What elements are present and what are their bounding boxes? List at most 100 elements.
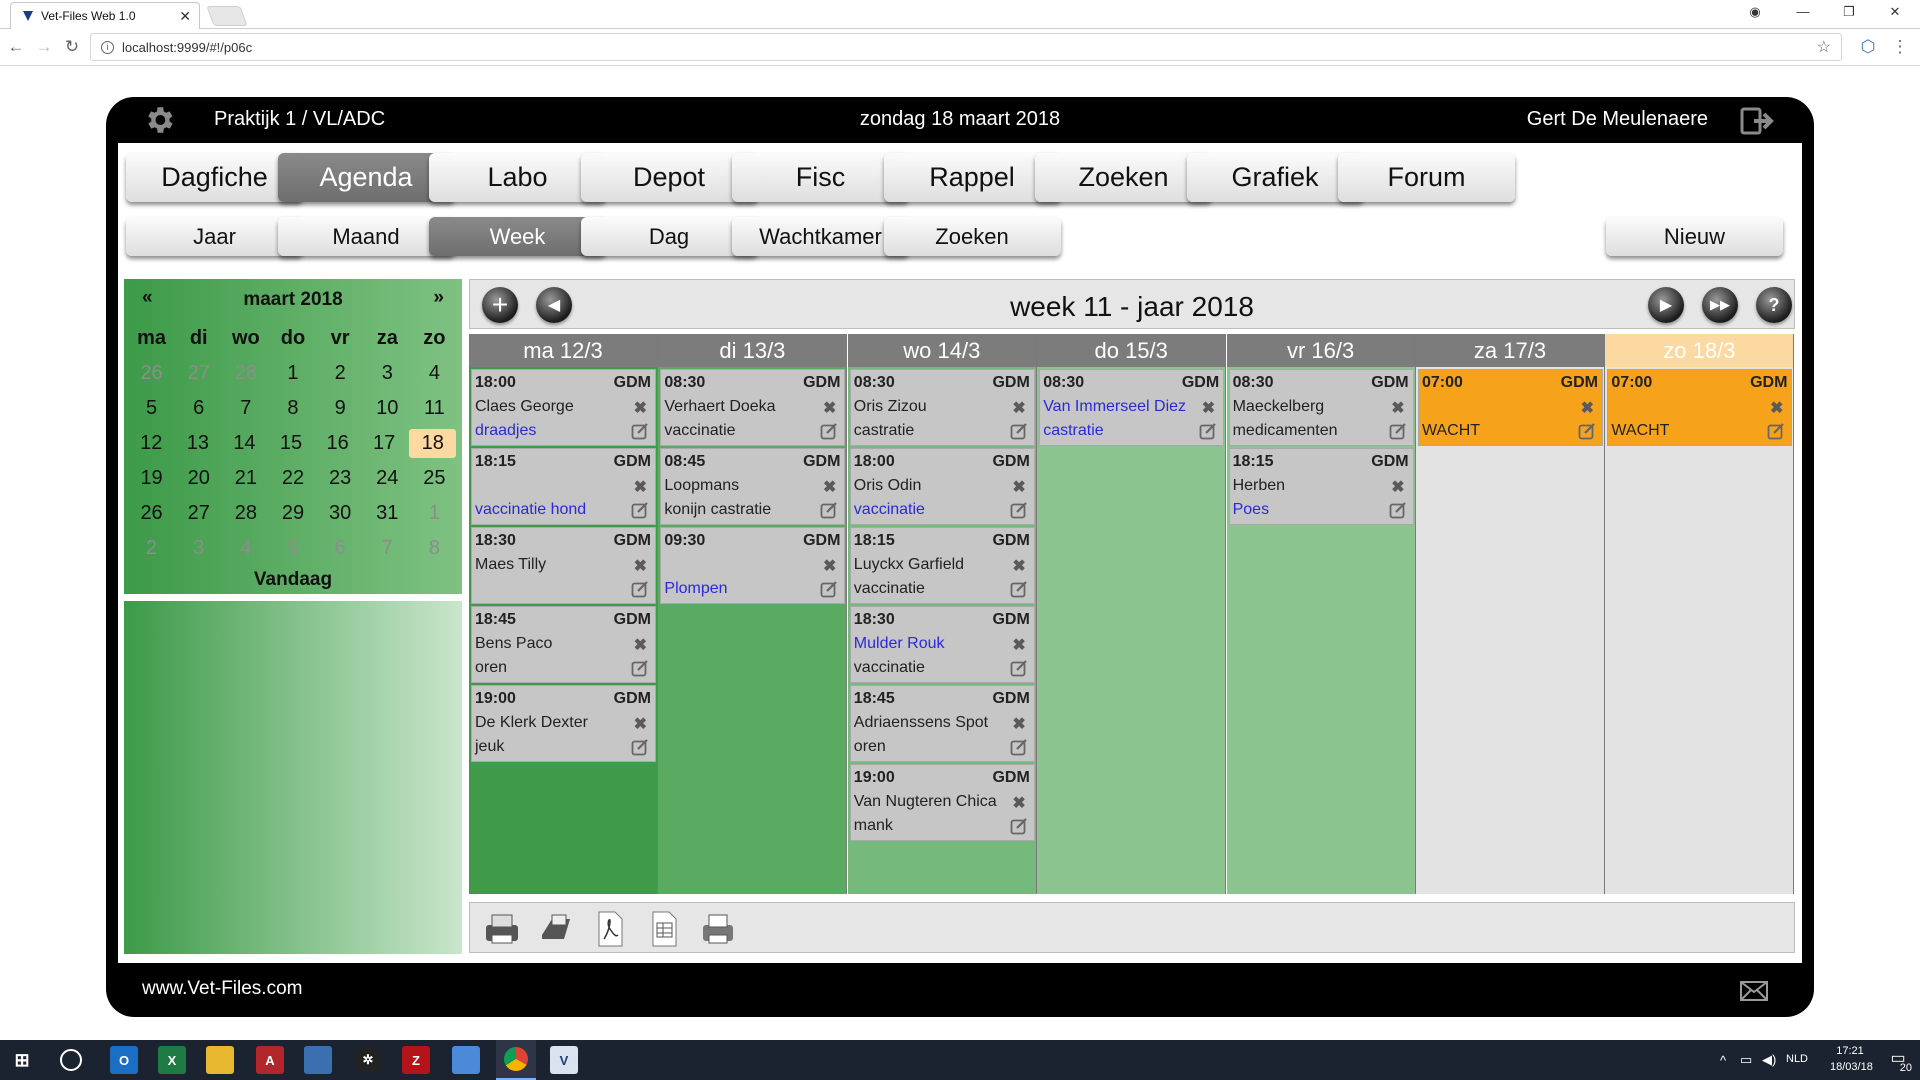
appointment-card[interactable]: 09:30 GDM Plompen ✖ <box>660 527 846 604</box>
calendar-day[interactable]: 2 <box>128 531 175 566</box>
appointment-card[interactable]: 18:45 GDM Adriaenssens Spot oren ✖ <box>849 685 1035 762</box>
main-menu-grafiek[interactable]: Grafiek <box>1186 153 1364 202</box>
edit-icon[interactable] <box>631 501 649 519</box>
outlook-icon[interactable]: O <box>110 1046 138 1074</box>
appointment-card[interactable]: 19:00 GDM De Klerk Dexter jeuk ✖ <box>471 685 656 762</box>
site-info-icon[interactable]: i <box>101 40 114 54</box>
edit-icon[interactable] <box>1010 659 1028 677</box>
app-icon-dark[interactable]: ✲ <box>354 1046 382 1074</box>
cortana-icon[interactable] <box>60 1049 82 1071</box>
day-body[interactable]: 18:00 GDM Claes George draadjes ✖ 18:15 GDM vac… <box>469 367 657 894</box>
day-header[interactable]: ma 12/3 <box>469 334 657 367</box>
appointment-card[interactable]: 07:00 GDM WACHT ✖ <box>1607 369 1793 446</box>
mail-icon[interactable] <box>1740 981 1768 1001</box>
day-body[interactable]: 08:30 GDM Verhaert Doeka vaccinatie ✖ 08:45 GD… <box>658 367 847 894</box>
edit-icon[interactable] <box>1010 501 1028 519</box>
appointment-card[interactable]: 08:45 GDM Loopmans konijn castratie ✖ <box>660 448 846 525</box>
delete-icon[interactable]: ✖ <box>823 556 836 576</box>
edit-icon[interactable] <box>631 738 649 756</box>
appointment-card[interactable]: 08:30 GDM Van Immerseel Diez castratie ✖ <box>1039 369 1225 446</box>
edit-icon[interactable] <box>1010 422 1028 440</box>
new-tab-button[interactable] <box>206 6 248 26</box>
sub-menu-week[interactable]: Week <box>429 217 606 256</box>
network-app-icon[interactable] <box>304 1046 332 1074</box>
delete-icon[interactable]: ✖ <box>634 556 647 576</box>
calendar-day[interactable]: 21 <box>222 461 269 496</box>
main-menu-agenda[interactable]: Agenda <box>277 153 455 202</box>
calendar-day[interactable]: 28 <box>222 356 269 391</box>
forward-icon[interactable]: → <box>34 37 54 57</box>
file-explorer-icon[interactable] <box>206 1046 234 1074</box>
delete-icon[interactable]: ✖ <box>1012 635 1025 655</box>
day-body[interactable]: 07:00 GDM WACHT ✖ <box>1605 367 1794 894</box>
edit-icon[interactable] <box>1389 501 1407 519</box>
main-menu-dagfiche[interactable]: Dagfiche <box>126 153 303 202</box>
delete-icon[interactable]: ✖ <box>823 477 836 497</box>
appointment-card[interactable]: 19:00 GDM Van Nugteren Chica mank ✖ <box>849 764 1035 841</box>
calendar-day[interactable]: 6 <box>317 531 364 566</box>
edit-icon[interactable] <box>820 501 838 519</box>
notifications-icon[interactable]: ▭ 20 <box>1884 1048 1912 1074</box>
edit-icon[interactable] <box>631 659 649 677</box>
calendar-day[interactable]: 4 <box>411 356 458 391</box>
appointment-card[interactable]: 18:00 GDM Oris Odin vaccinatie ✖ <box>849 448 1035 525</box>
day-body[interactable]: 07:00 GDM WACHT ✖ <box>1416 367 1604 894</box>
appointment-card[interactable]: 18:30 GDM Maes Tilly ✖ <box>471 527 656 604</box>
main-menu-labo[interactable]: Labo <box>429 153 606 202</box>
appointment-card[interactable]: 18:45 GDM Bens Paco oren ✖ <box>471 606 656 683</box>
calendar-day[interactable]: 26 <box>128 356 175 391</box>
sub-menu-dag[interactable]: Dag <box>580 217 758 256</box>
calendar-day[interactable]: 19 <box>128 461 175 496</box>
calendar-day[interactable]: 3 <box>364 356 411 391</box>
day-body[interactable]: 08:30 GDM Van Immerseel Diez castratie ✖ <box>1037 367 1226 894</box>
delete-icon[interactable]: ✖ <box>634 398 647 418</box>
network-icon[interactable]: ▭ <box>1740 1052 1752 1068</box>
sub-menu-maand[interactable]: Maand <box>277 217 455 256</box>
appointment-card[interactable]: 18:00 GDM Claes George draadjes ✖ <box>471 369 656 446</box>
calendar-day[interactable]: 4 <box>222 531 269 566</box>
calendar-day[interactable]: 14 <box>221 426 268 461</box>
close-tab-icon[interactable]: ✕ <box>179 8 191 25</box>
next-week-icon[interactable]: ▶ <box>1648 287 1684 323</box>
day-header[interactable]: di 13/3 <box>658 334 847 367</box>
calendar-day[interactable]: 7 <box>364 531 411 566</box>
reload-icon[interactable]: ↻ <box>62 37 82 57</box>
edit-icon[interactable] <box>1010 580 1028 598</box>
calendar-day[interactable]: 6 <box>175 391 222 426</box>
sub-menu-wachtkamer[interactable]: Wachtkamer <box>732 217 909 256</box>
edit-icon[interactable] <box>1767 422 1785 440</box>
excel-icon[interactable] <box>644 909 684 949</box>
language-indicator[interactable]: NLD <box>1786 1053 1808 1065</box>
main-menu-forum[interactable]: Forum <box>1338 153 1515 202</box>
calendar-day[interactable]: 8 <box>269 391 316 426</box>
chrome-menu-icon[interactable]: ⋮ <box>1890 37 1910 57</box>
calendar-day[interactable]: 17 <box>361 426 408 461</box>
edit-icon[interactable] <box>1010 738 1028 756</box>
profile-icon[interactable]: ◉ <box>1740 4 1770 20</box>
day-header[interactable]: vr 16/3 <box>1226 334 1415 367</box>
calendar-day[interactable]: 30 <box>317 496 364 531</box>
excel-app-icon[interactable]: X <box>158 1046 186 1074</box>
calendar-day[interactable]: 27 <box>175 356 222 391</box>
calendar-day[interactable]: 28 <box>222 496 269 531</box>
printer-icon[interactable] <box>482 909 522 949</box>
fax-icon[interactable] <box>698 909 738 949</box>
main-menu-rappel[interactable]: Rappel <box>883 153 1061 202</box>
filezilla-icon[interactable]: Z <box>402 1046 430 1074</box>
calendar-day[interactable]: 18 <box>409 429 457 458</box>
appointment-card[interactable]: 08:30 GDM Maeckelberg medicamenten ✖ <box>1228 369 1414 446</box>
logout-icon[interactable] <box>1740 106 1776 136</box>
calendar-day[interactable]: 15 <box>268 426 315 461</box>
calendar-day[interactable]: 5 <box>128 391 175 426</box>
browser-tab[interactable]: Vet-Files Web 1.0 ✕ <box>10 2 200 29</box>
virtualbox-icon[interactable] <box>452 1046 480 1074</box>
main-menu-depot[interactable]: Depot <box>580 153 758 202</box>
calendar-day[interactable]: 24 <box>364 461 411 496</box>
calendar-day[interactable]: 23 <box>317 461 364 496</box>
minimize-button[interactable]: — <box>1788 4 1818 19</box>
edit-icon[interactable] <box>1578 422 1596 440</box>
calendar-day[interactable]: 3 <box>175 531 222 566</box>
calendar-day[interactable]: 16 <box>314 426 361 461</box>
day-header[interactable]: wo 14/3 <box>847 334 1036 367</box>
sub-menu-jaar[interactable]: Jaar <box>126 217 303 256</box>
